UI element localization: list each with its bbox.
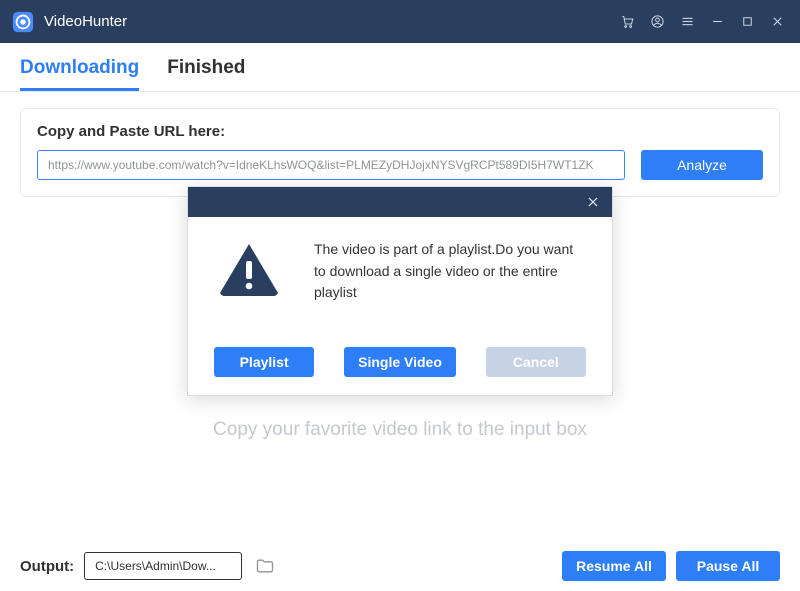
folder-icon[interactable] — [252, 553, 278, 579]
url-input[interactable] — [37, 150, 625, 180]
warning-icon — [212, 239, 286, 347]
pause-all-button[interactable]: Pause All — [676, 551, 780, 581]
close-window-icon[interactable] — [762, 7, 792, 37]
modal-close-icon[interactable] — [582, 191, 604, 213]
tab-bar: Downloading Finished — [0, 43, 800, 92]
cancel-button[interactable]: Cancel — [486, 347, 586, 377]
modal-message: The video is part of a playlist.Do you w… — [314, 239, 578, 347]
app-logo-icon — [12, 11, 34, 33]
single-video-button[interactable]: Single Video — [344, 347, 456, 377]
tab-downloading[interactable]: Downloading — [20, 57, 139, 91]
cart-icon[interactable] — [612, 7, 642, 37]
titlebar: VideoHunter — [0, 0, 800, 43]
maximize-icon[interactable] — [732, 7, 762, 37]
resume-all-button[interactable]: Resume All — [562, 551, 666, 581]
url-label: Copy and Paste URL here: — [37, 123, 763, 140]
menu-icon[interactable] — [672, 7, 702, 37]
playlist-button[interactable]: Playlist — [214, 347, 314, 377]
playlist-modal: The video is part of a playlist.Do you w… — [187, 186, 613, 396]
minimize-icon[interactable] — [702, 7, 732, 37]
app-title: VideoHunter — [44, 13, 127, 30]
hint-text: Copy your favorite video link to the inp… — [0, 419, 800, 441]
url-card: Copy and Paste URL here: Analyze — [20, 108, 780, 197]
modal-header — [188, 187, 612, 217]
output-label: Output: — [20, 558, 74, 575]
footer: Output: C:\Users\Admin\Dow... Resume All… — [0, 541, 800, 591]
tab-finished[interactable]: Finished — [167, 57, 245, 91]
analyze-button[interactable]: Analyze — [641, 150, 763, 180]
output-path[interactable]: C:\Users\Admin\Dow... — [84, 552, 242, 580]
account-icon[interactable] — [642, 7, 672, 37]
